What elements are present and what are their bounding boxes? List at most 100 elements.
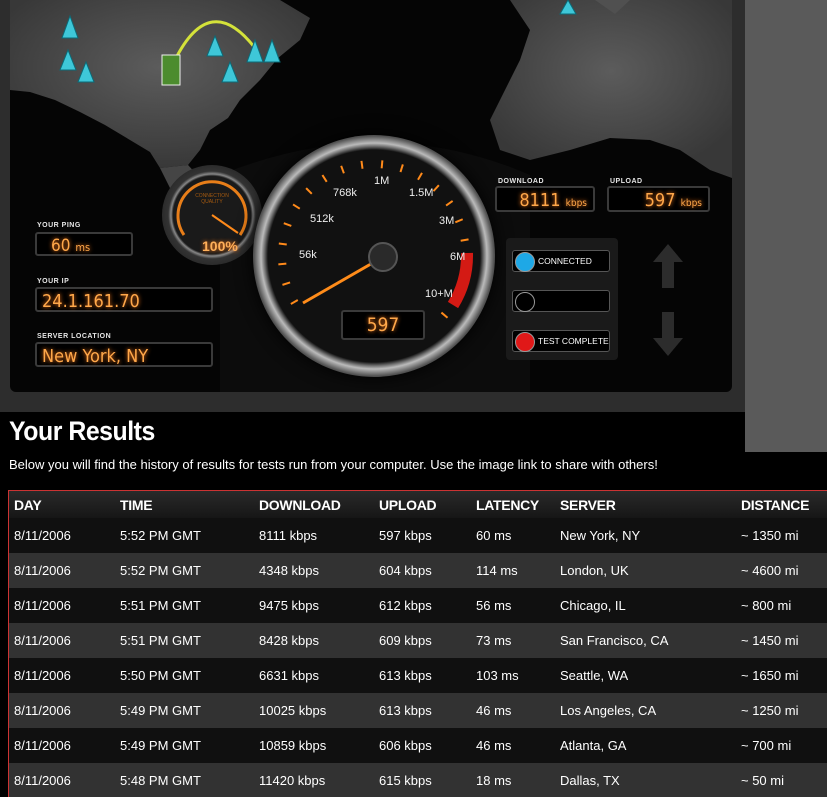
cell-time: 5:48 PM GMT xyxy=(115,763,254,797)
cell-server: Seattle, WA xyxy=(555,658,736,693)
user-location-marker xyxy=(162,55,180,85)
server-markers xyxy=(10,0,732,120)
cell-latency: 18 ms xyxy=(471,763,555,797)
cell-time: 5:51 PM GMT xyxy=(115,588,254,623)
download-value: 8111 xyxy=(519,190,560,211)
column-header-time[interactable]: TIME xyxy=(115,491,254,518)
cell-distance: ~ 4600 mi xyxy=(736,553,827,588)
cell-download: 10025 kbps xyxy=(254,693,374,728)
gauge-tick-mark xyxy=(322,175,326,182)
cell-download: 6631 kbps xyxy=(254,658,374,693)
quality-label: CONNECTION QUALITY xyxy=(184,193,240,205)
cell-day: 8/11/2006 xyxy=(9,518,115,553)
column-header-latency[interactable]: LATENCY xyxy=(471,491,555,518)
gauge-tick-mark xyxy=(441,313,447,318)
needle-hub xyxy=(369,243,397,271)
cell-upload: 604 kbps xyxy=(374,553,471,588)
cell-distance: ~ 1250 mi xyxy=(736,693,827,728)
cell-upload: 606 kbps xyxy=(374,728,471,763)
cell-download: 4348 kbps xyxy=(254,553,374,588)
cell-upload: 597 kbps xyxy=(374,518,471,553)
gauge-tick-label: 768k xyxy=(333,187,357,199)
connection-quality-gauge: CONNECTION QUALITY 100% xyxy=(162,165,262,265)
column-header-download[interactable]: DOWNLOAD xyxy=(254,491,374,518)
gauge-tick-mark xyxy=(382,160,383,168)
cell-upload: 613 kbps xyxy=(374,693,471,728)
table-row: 8/11/20065:52 PM GMT4348 kbps604 kbps114… xyxy=(9,553,827,588)
gauge-tick-mark xyxy=(282,282,290,284)
cell-day: 8/11/2006 xyxy=(9,553,115,588)
results-description: Below you will find the history of resul… xyxy=(9,457,658,472)
gauge-tick-label: 6M xyxy=(450,251,465,263)
cell-server: Los Angeles, CA xyxy=(555,693,736,728)
gauge-tick-label: 3M xyxy=(439,215,454,227)
upload-display: 597 kbps xyxy=(607,186,710,212)
table-row: 8/11/20065:49 PM GMT10025 kbps613 kbps46… xyxy=(9,693,827,728)
cell-distance: ~ 1650 mi xyxy=(736,658,827,693)
gauge-tick-mark xyxy=(361,161,362,169)
gauge-tick-mark xyxy=(446,201,453,206)
gauge-tick-mark xyxy=(291,300,298,304)
ip-display: 24.1.161.70 xyxy=(35,287,213,312)
cell-distance: ~ 50 mi xyxy=(736,763,827,797)
status-led xyxy=(515,332,535,352)
table-row: 8/11/20065:50 PM GMT6631 kbps613 kbps103… xyxy=(9,658,827,693)
status-connected: CONNECTED xyxy=(512,250,610,272)
quality-percent: 100% xyxy=(202,238,238,254)
cell-server: London, UK xyxy=(555,553,736,588)
status-connected-text: CONNECTED xyxy=(538,256,592,266)
status-led xyxy=(515,252,535,272)
cell-download: 11420 kbps xyxy=(254,763,374,797)
results-table: DAY TIME DOWNLOAD UPLOAD LATENCY SERVER … xyxy=(9,491,827,797)
gauge-tick-label: 512k xyxy=(310,213,334,225)
speed-gauge: 56k 512k 768k 1M 1.5M 3M 6M 10+M 597 xyxy=(253,135,495,377)
upload-label: UPLOAD xyxy=(610,178,643,185)
cell-upload: 613 kbps xyxy=(374,658,471,693)
gauge-tick-mark xyxy=(455,219,462,222)
results-title: Your Results xyxy=(9,416,155,447)
column-header-day[interactable]: DAY xyxy=(9,491,115,518)
status-test-complete: TEST COMPLETE xyxy=(512,330,610,352)
cell-download: 8428 kbps xyxy=(254,623,374,658)
gauge-tick-mark xyxy=(461,239,469,240)
speedtest-widget: CONNECTION QUALITY 100% 56k 512k 768k 1M… xyxy=(0,0,745,412)
cell-day: 8/11/2006 xyxy=(9,728,115,763)
column-header-distance[interactable]: DISTANCE xyxy=(736,491,827,518)
cell-time: 5:52 PM GMT xyxy=(115,553,254,588)
cell-day: 8/11/2006 xyxy=(9,588,115,623)
cell-latency: 46 ms xyxy=(471,728,555,763)
cell-latency: 60 ms xyxy=(471,518,555,553)
gauge-tick-mark xyxy=(400,164,402,172)
cell-server: San Francisco, CA xyxy=(555,623,736,658)
cell-upload: 612 kbps xyxy=(374,588,471,623)
gauge-tick-label: 56k xyxy=(299,249,317,261)
cell-time: 5:49 PM GMT xyxy=(115,728,254,763)
upload-value: 597 xyxy=(645,190,676,211)
cell-distance: ~ 1350 mi xyxy=(736,518,827,553)
gauge-tick-mark xyxy=(306,188,312,194)
gauge-tick-mark xyxy=(433,185,438,191)
table-row: 8/11/20065:51 PM GMT8428 kbps609 kbps73 … xyxy=(9,623,827,658)
gauge-tick-mark xyxy=(279,243,287,244)
cell-server: Atlanta, GA xyxy=(555,728,736,763)
cell-server: Dallas, TX xyxy=(555,763,736,797)
gauge-tick-mark xyxy=(341,166,344,174)
status-complete-text: TEST COMPLETE xyxy=(538,336,609,346)
ip-label: YOUR IP xyxy=(37,278,69,285)
column-header-upload[interactable]: UPLOAD xyxy=(374,491,471,518)
table-row: 8/11/20065:51 PM GMT9475 kbps612 kbps56 … xyxy=(9,588,827,623)
cell-latency: 73 ms xyxy=(471,623,555,658)
cell-day: 8/11/2006 xyxy=(9,658,115,693)
gauge-readout: 597 xyxy=(341,310,425,340)
cell-latency: 46 ms xyxy=(471,693,555,728)
cell-distance: ~ 1450 mi xyxy=(736,623,827,658)
speedtest-panel: CONNECTION QUALITY 100% 56k 512k 768k 1M… xyxy=(10,0,732,392)
column-header-server[interactable]: SERVER xyxy=(555,491,736,518)
gauge-tick-mark xyxy=(418,173,422,180)
cell-time: 5:51 PM GMT xyxy=(115,623,254,658)
cell-time: 5:49 PM GMT xyxy=(115,693,254,728)
server-location-display: New York, NY xyxy=(35,342,213,367)
cell-latency: 114 ms xyxy=(471,553,555,588)
cell-server: Chicago, IL xyxy=(555,588,736,623)
cell-day: 8/11/2006 xyxy=(9,693,115,728)
